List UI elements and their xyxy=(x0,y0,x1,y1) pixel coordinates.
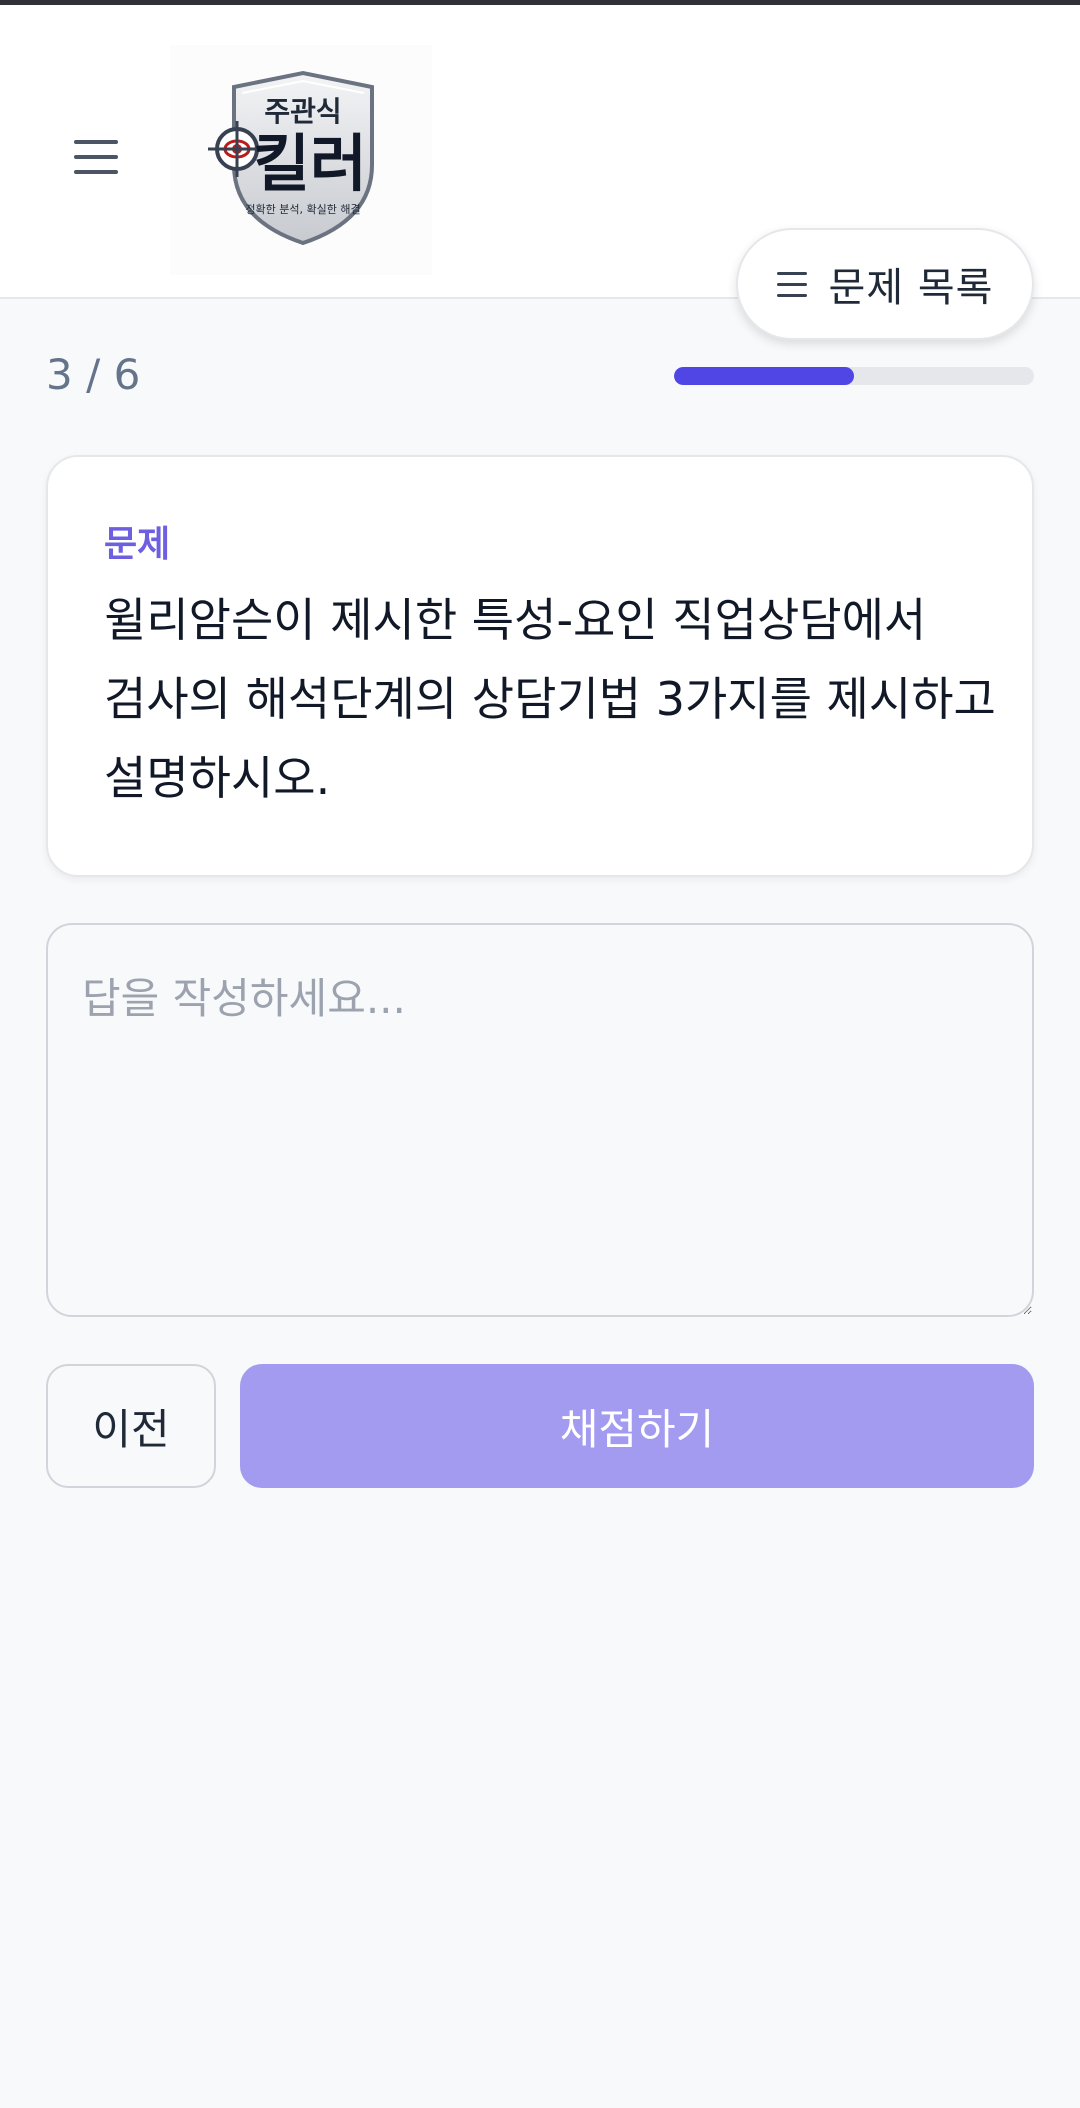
previous-button[interactable]: 이전 xyxy=(46,1364,216,1488)
logo-name: 킬러 xyxy=(253,127,367,200)
progress-bar xyxy=(674,367,1034,385)
logo-slogan: 정확한 분석, 확실한 해결 xyxy=(245,202,360,216)
progress-counter: 3 / 6 xyxy=(46,350,141,399)
problem-list-button[interactable]: 문제 목록 xyxy=(736,228,1034,340)
hamburger-menu-icon[interactable] xyxy=(64,115,128,199)
progress-bar-fill xyxy=(674,367,854,385)
answer-input[interactable] xyxy=(46,923,1034,1317)
problem-list-label: 문제 목록 xyxy=(828,265,994,311)
grade-button[interactable]: 채점하기 xyxy=(240,1364,1034,1488)
question-label: 문제 xyxy=(104,524,171,565)
question-card: 문제 윌리암슨이 제시한 특성-요인 직업상담에서 검사의 해석단계의 상담기법… xyxy=(46,455,1034,877)
logo-title: 주관식 xyxy=(264,95,341,128)
app-logo[interactable]: 주관식 킬러 정확한 분석, 확실한 해결 xyxy=(170,45,432,275)
question-text: 윌리암슨이 제시한 특성-요인 직업상담에서 검사의 해석단계의 상담기법 3가… xyxy=(104,593,996,805)
list-icon xyxy=(776,271,807,297)
